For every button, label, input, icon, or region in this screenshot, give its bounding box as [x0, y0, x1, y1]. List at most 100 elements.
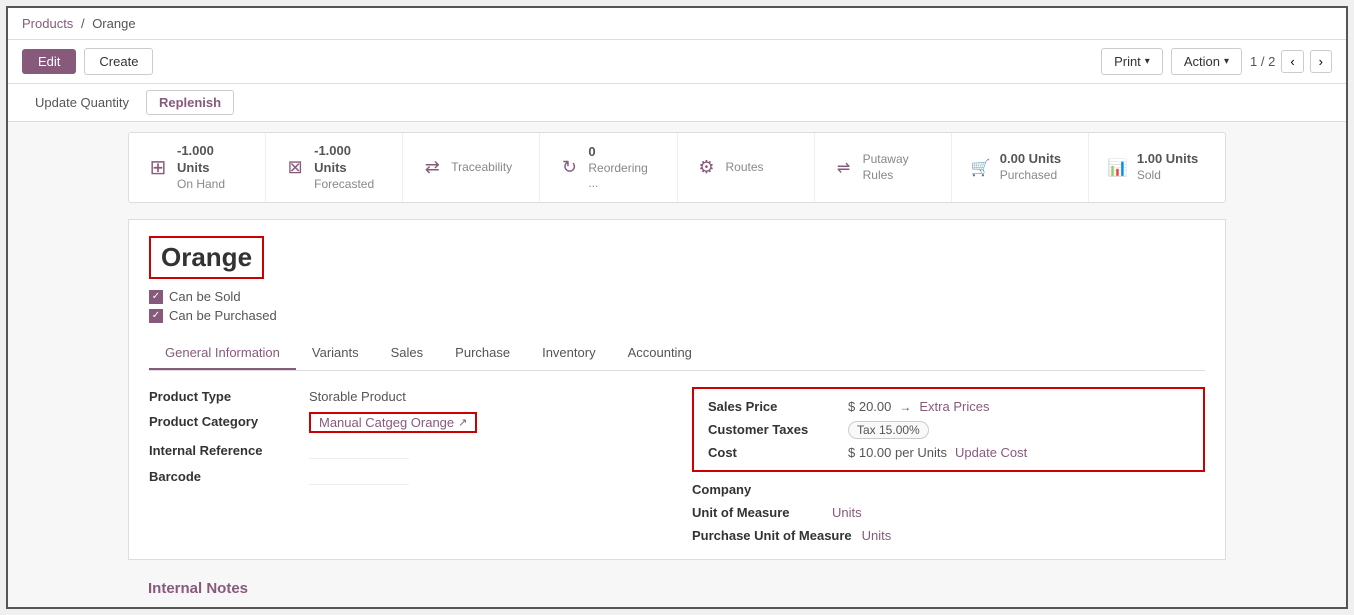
on-hand-icon: ⊞	[147, 155, 169, 180]
extra-prices-arrow: →	[899, 400, 911, 414]
sales-price-label: Sales Price	[708, 399, 838, 414]
sub-toolbar: Update Quantity Replenish	[8, 84, 1346, 122]
cost-value[interactable]: $ 10.00 per Units	[848, 445, 947, 460]
stat-routes[interactable]: ⚙ Routes	[678, 133, 815, 202]
product-type-label: Product Type	[149, 387, 309, 404]
customer-taxes-row: Customer Taxes Tax 15.00%	[708, 422, 1189, 437]
putaway-label: Putaway Rules	[863, 152, 933, 183]
create-button[interactable]: Create	[84, 48, 153, 75]
traceability-text: Traceability	[451, 160, 512, 176]
replenish-button[interactable]: Replenish	[146, 90, 234, 115]
product-area: Orange ✓ Can be Sold ✓ Can be Purchased …	[128, 219, 1226, 560]
routes-text: Routes	[726, 160, 764, 176]
checkboxes: ✓ Can be Sold ✓ Can be Purchased	[149, 289, 1205, 323]
main-content: ⊞ -1.000 Units On Hand ⊠ -1.000 Units Fo…	[8, 122, 1346, 607]
action-arrow-icon: ▾	[1224, 56, 1229, 67]
product-category-label: Product Category	[149, 412, 309, 429]
product-category-value[interactable]: Manual Catgeg Orange	[319, 415, 454, 430]
stat-sold[interactable]: 📊 1.00 Units Sold	[1089, 133, 1225, 202]
internal-ref-label: Internal Reference	[149, 441, 309, 458]
uom-label: Unit of Measure	[692, 505, 822, 520]
purchased-value: 0.00 Units	[1000, 151, 1061, 168]
tab-accounting[interactable]: Accounting	[612, 337, 708, 370]
forecasted-label: Forecasted	[314, 177, 384, 193]
action-button[interactable]: Action ▾	[1171, 48, 1242, 75]
traceability-icon: ⇄	[421, 157, 443, 178]
uom-row: Unit of Measure Units	[692, 505, 1205, 520]
forecasted-text: -1.000 Units Forecasted	[314, 143, 384, 192]
sales-price-row: Sales Price $ 20.00 → Extra Prices	[708, 399, 1189, 414]
top-toolbar: Edit Create Print ▾ Action ▾ 1 / 2 ‹ ›	[8, 40, 1346, 84]
tab-inventory[interactable]: Inventory	[526, 337, 611, 370]
edit-button[interactable]: Edit	[22, 49, 76, 74]
customer-taxes-label: Customer Taxes	[708, 422, 838, 437]
tax-badge-container: Tax 15.00%	[848, 422, 929, 437]
right-panel-box: Sales Price $ 20.00 → Extra Prices Custo…	[692, 387, 1205, 472]
reordering-label: Reordering ...	[588, 161, 658, 192]
putaway-icon: ⇌	[833, 158, 855, 178]
purchased-label: Purchased	[1000, 168, 1061, 184]
sold-icon: 📊	[1107, 158, 1129, 178]
next-page-button[interactable]: ›	[1310, 50, 1332, 73]
can-be-sold-label: Can be Sold	[169, 289, 241, 304]
barcode-row: Barcode	[149, 467, 662, 485]
sales-price-value[interactable]: $ 20.00	[848, 399, 891, 414]
prev-page-button[interactable]: ‹	[1281, 50, 1303, 73]
company-row: Company	[692, 482, 1205, 497]
print-arrow-icon: ▾	[1145, 56, 1150, 67]
stat-reordering[interactable]: ↻ 0 Reordering ...	[540, 133, 677, 202]
routes-icon: ⚙	[696, 157, 718, 178]
product-name: Orange	[149, 236, 264, 279]
sold-value: 1.00 Units	[1137, 151, 1198, 168]
can-be-purchased-label: Can be Purchased	[169, 308, 277, 323]
print-label: Print	[1114, 54, 1141, 69]
print-button[interactable]: Print ▾	[1101, 48, 1163, 75]
breadcrumb-separator: /	[81, 16, 85, 31]
barcode-value[interactable]	[309, 467, 409, 485]
can-be-purchased-row: ✓ Can be Purchased	[149, 308, 1205, 323]
stat-on-hand[interactable]: ⊞ -1.000 Units On Hand	[129, 133, 266, 202]
tab-general[interactable]: General Information	[149, 337, 296, 370]
tab-variants[interactable]: Variants	[296, 337, 375, 370]
forecasted-icon: ⊠	[284, 157, 306, 178]
tax-badge[interactable]: Tax 15.00%	[848, 421, 929, 439]
stat-traceability[interactable]: ⇄ Traceability	[403, 133, 540, 202]
reordering-value: 0	[588, 144, 658, 161]
stat-putaway[interactable]: ⇌ Putaway Rules	[815, 133, 952, 202]
extra-prices-link[interactable]: Extra Prices	[919, 399, 989, 414]
routes-label: Routes	[726, 160, 764, 176]
update-quantity-button[interactable]: Update Quantity	[22, 90, 142, 115]
action-label: Action	[1184, 54, 1220, 69]
purchased-text: 0.00 Units Purchased	[1000, 151, 1061, 183]
can-be-purchased-checkbox[interactable]: ✓	[149, 309, 163, 323]
product-category-row: Product Category Manual Catgeg Orange ↗	[149, 412, 662, 433]
stat-purchased[interactable]: 🛒 0.00 Units Purchased	[952, 133, 1089, 202]
can-be-sold-checkbox[interactable]: ✓	[149, 290, 163, 304]
sold-text: 1.00 Units Sold	[1137, 151, 1198, 183]
category-external-icon: ↗	[458, 416, 467, 429]
cost-value-row: $ 10.00 per Units Update Cost	[848, 445, 1027, 460]
breadcrumb-parent[interactable]: Products	[22, 16, 73, 31]
internal-ref-value[interactable]	[309, 441, 409, 459]
on-hand-value: -1.000 Units	[177, 143, 247, 177]
putaway-text: Putaway Rules	[863, 152, 933, 183]
update-cost-link[interactable]: Update Cost	[955, 445, 1027, 460]
barcode-label: Barcode	[149, 467, 309, 484]
uom-value[interactable]: Units	[832, 505, 862, 520]
form-left: Product Type Storable Product Product Ca…	[149, 387, 662, 543]
purchase-uom-label: Purchase Unit of Measure	[692, 528, 852, 543]
internal-ref-row: Internal Reference	[149, 441, 662, 459]
purchased-icon: 🛒	[970, 158, 992, 178]
purchase-uom-value[interactable]: Units	[862, 528, 892, 543]
forecasted-value: -1.000 Units	[314, 143, 384, 177]
tab-purchase[interactable]: Purchase	[439, 337, 526, 370]
extra-fields: Company Unit of Measure Units Purchase U…	[692, 482, 1205, 543]
tab-sales[interactable]: Sales	[375, 337, 440, 370]
reordering-icon: ↻	[558, 157, 580, 178]
on-hand-text: -1.000 Units On Hand	[177, 143, 247, 192]
reordering-text: 0 Reordering ...	[588, 144, 658, 192]
stat-forecasted[interactable]: ⊠ -1.000 Units Forecasted	[266, 133, 403, 202]
purchase-uom-row: Purchase Unit of Measure Units	[692, 528, 1205, 543]
stats-bar: ⊞ -1.000 Units On Hand ⊠ -1.000 Units Fo…	[128, 132, 1226, 203]
on-hand-label: On Hand	[177, 177, 247, 193]
